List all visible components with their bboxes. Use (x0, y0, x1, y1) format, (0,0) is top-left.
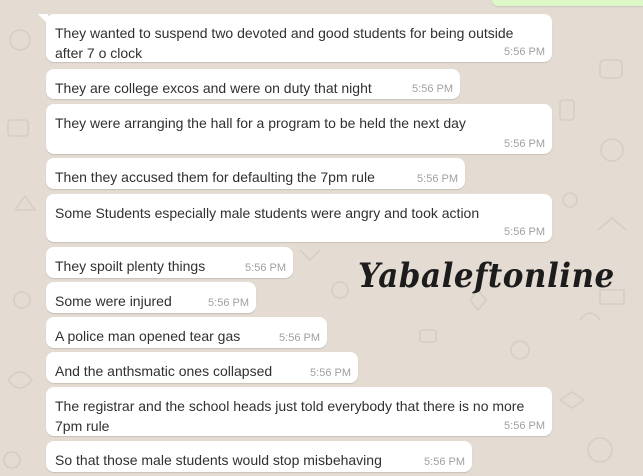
message-timestamp: 5:56 PM (424, 456, 465, 468)
message-text: So that those male students would stop m… (55, 452, 382, 468)
message-timestamp: 5:56 PM (504, 46, 545, 58)
message-bubble[interactable]: Then they accused them for defaulting th… (46, 158, 465, 189)
message-bubble[interactable]: They were arranging the hall for a progr… (46, 104, 552, 154)
message-bubble[interactable]: Some Students especially male students w… (46, 194, 552, 242)
message-timestamp: 5:56 PM (504, 226, 545, 238)
message-timestamp: 5:56 PM (208, 297, 249, 309)
message-bubble[interactable]: They spoilt plenty things 5:56 PM (46, 247, 293, 278)
message-bubble[interactable]: Some were injured 5:56 PM (46, 282, 256, 313)
message-timestamp: 5:56 PM (504, 420, 545, 432)
message-timestamp: 5:56 PM (412, 83, 453, 95)
message-text: They were arranging the hall for a progr… (55, 115, 466, 131)
message-text: They wanted to suspend two devoted and g… (55, 25, 514, 61)
message-text: And the anthsmatic ones collapsed (55, 363, 273, 379)
message-text: Then they accused them for defaulting th… (55, 169, 375, 185)
message-timestamp: 5:56 PM (310, 367, 351, 379)
message-bubble[interactable]: They are college excos and were on duty … (46, 69, 460, 99)
message-bubble[interactable]: They wanted to suspend two devoted and g… (38, 14, 552, 62)
message-timestamp: 5:56 PM (504, 138, 545, 150)
message-text: They are college excos and were on duty … (55, 80, 372, 96)
message-timestamp: 5:56 PM (417, 173, 458, 185)
message-timestamp: 5:56 PM (279, 332, 320, 344)
watermark-logo: Yabaleftonline (358, 256, 615, 296)
message-bubble[interactable]: So that those male students would stop m… (46, 441, 472, 472)
message-text: The registrar and the school heads just … (55, 398, 525, 434)
outgoing-message-bubble-edge (492, 0, 643, 6)
message-bubble[interactable]: A police man opened tear gas 5:56 PM (46, 317, 327, 348)
message-bubble[interactable]: And the anthsmatic ones collapsed 5:56 P… (46, 352, 358, 383)
message-timestamp: 5:56 PM (245, 262, 286, 274)
message-text: A police man opened tear gas (55, 328, 241, 344)
message-bubble[interactable]: The registrar and the school heads just … (46, 387, 552, 436)
message-text: Some Students especially male students w… (55, 205, 480, 221)
